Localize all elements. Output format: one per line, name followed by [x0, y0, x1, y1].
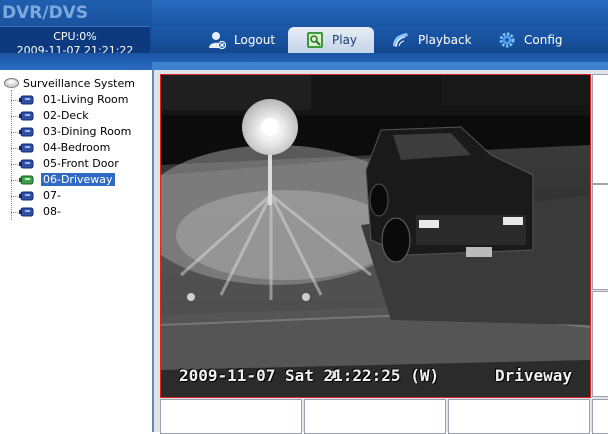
tree-branch — [11, 132, 18, 133]
channel-label: 01-Living Room — [43, 93, 129, 106]
camera-icon — [19, 95, 34, 105]
main-nav: Logout Play Playback Config — [152, 27, 608, 53]
video-cell[interactable] — [304, 399, 446, 434]
camera-icon — [19, 159, 34, 169]
camera-icon — [19, 111, 34, 121]
channel-02[interactable]: 02-Deck — [11, 108, 150, 124]
camera-icon — [19, 127, 34, 137]
tree-branch — [11, 100, 18, 101]
channel-label: 05-Front Door — [43, 157, 119, 170]
live-video-driveway[interactable]: 2009-11-07 Sat 21:22:25 (W) Driveway — [160, 74, 591, 398]
tree-branch — [11, 148, 18, 149]
tree-branch — [11, 196, 18, 197]
app-title: DVR/DVS — [2, 3, 89, 23]
tree-connector — [11, 90, 12, 220]
user-logout-icon — [209, 32, 226, 49]
osd-channel-name: Driveway — [494, 366, 572, 385]
channel-label: 04-Bedroom — [43, 141, 111, 154]
tree-branch — [11, 180, 18, 181]
channel-label: 06-Driveway — [41, 173, 115, 186]
system-icon — [4, 78, 19, 88]
channel-06[interactable]: 06-Driveway — [11, 172, 150, 188]
camera-icon — [19, 207, 34, 217]
channel-08[interactable]: 08- — [11, 204, 150, 220]
tab-play[interactable]: Play — [288, 27, 374, 53]
camera-icon — [19, 191, 34, 201]
video-cell[interactable] — [592, 291, 608, 397]
gear-icon — [499, 32, 515, 48]
camera-active-icon — [19, 175, 34, 185]
play-label: Play — [332, 33, 358, 47]
tab-config[interactable]: Config — [498, 27, 588, 53]
logout-label: Logout — [234, 33, 276, 47]
channel-label: 08- — [43, 205, 61, 218]
camera-icon — [19, 143, 34, 153]
channel-label: 03-Dining Room — [43, 125, 132, 138]
video-cell[interactable] — [592, 184, 608, 290]
channel-label: 02-Deck — [43, 109, 89, 122]
device-tree-panel: Surveillance System 01-Living Room 02-De… — [0, 70, 154, 432]
cpu-usage: CPU:0% — [53, 30, 97, 43]
playback-icon — [393, 33, 408, 47]
video-cell[interactable] — [160, 399, 302, 434]
logout-button[interactable]: Logout — [208, 27, 288, 53]
tree-branch — [11, 116, 18, 117]
channel-03[interactable]: 03-Dining Room — [11, 124, 150, 140]
osd-timestamp: 2009-11-07 Sat 21:22:25 (W) — [179, 366, 440, 385]
play-icon — [307, 32, 323, 48]
channel-07[interactable]: 07- — [11, 188, 150, 204]
tree-root-label: Surveillance System — [23, 77, 135, 90]
channel-05[interactable]: 05-Front Door — [11, 156, 150, 172]
nav-underbar-accent — [152, 62, 608, 70]
playback-label: Playback — [418, 33, 472, 47]
video-cell[interactable] — [592, 399, 608, 434]
tree-branch — [11, 164, 18, 165]
camera-feed-image — [161, 75, 590, 397]
video-cell[interactable] — [448, 399, 590, 434]
channel-label: 07- — [43, 189, 61, 202]
tab-playback[interactable]: Playback — [392, 27, 492, 53]
channel-01[interactable]: 01-Living Room — [11, 92, 150, 108]
channel-04[interactable]: 04-Bedroom — [11, 140, 150, 156]
config-label: Config — [524, 33, 563, 47]
video-cell[interactable] — [592, 74, 608, 184]
header-stripe — [152, 0, 608, 27]
tree-branch — [11, 212, 18, 213]
